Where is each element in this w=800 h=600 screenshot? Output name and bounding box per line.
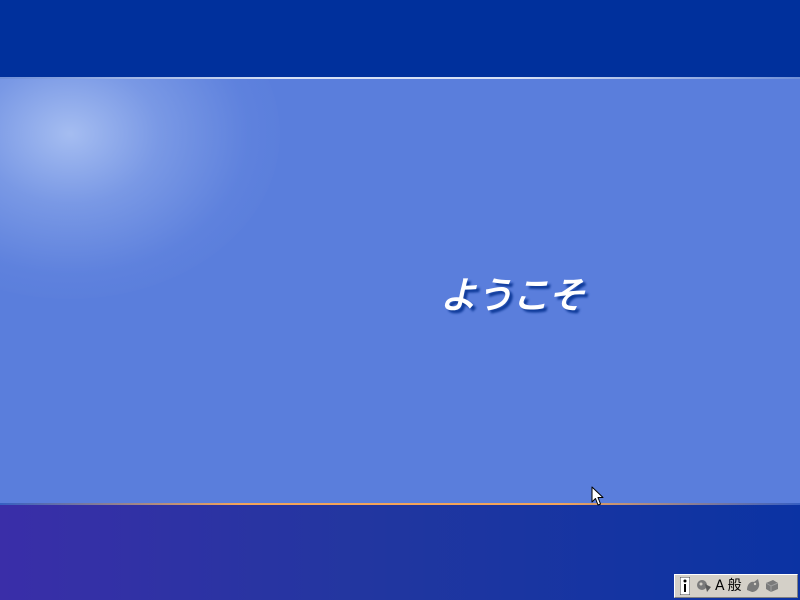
- ime-settings-icon[interactable]: [764, 577, 780, 595]
- welcome-text: ようこそ: [440, 274, 585, 317]
- corner-glow: [0, 79, 280, 299]
- mouse-cursor-icon: [591, 486, 604, 506]
- main-panel: ようこそ: [0, 79, 800, 503]
- language-bar[interactable]: A 般: [674, 574, 798, 598]
- ime-info-icon[interactable]: [677, 577, 693, 595]
- ime-pad-icon[interactable]: [696, 577, 712, 595]
- top-band: [0, 0, 800, 77]
- ime-mode-label[interactable]: A: [715, 577, 725, 595]
- welcome-screen: ようこそ A 般: [0, 0, 800, 600]
- ime-options-icon[interactable]: [745, 577, 761, 595]
- conversion-mode-label[interactable]: 般: [728, 577, 742, 595]
